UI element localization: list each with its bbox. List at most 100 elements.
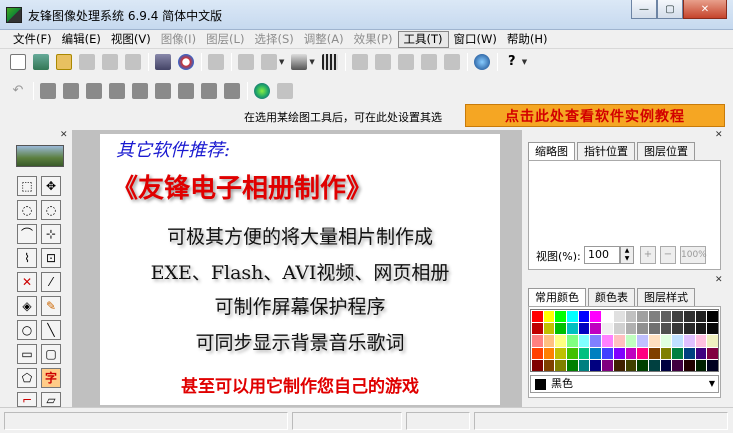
minimize-button[interactable]: — bbox=[631, 0, 657, 19]
color-swatch[interactable] bbox=[531, 322, 543, 335]
move-icon[interactable]: ✥ bbox=[41, 176, 61, 196]
menu-adjust[interactable]: 调整(A) bbox=[299, 31, 349, 48]
color-swatch[interactable] bbox=[612, 310, 625, 323]
color-swatch[interactable] bbox=[542, 310, 555, 323]
color-swatch[interactable] bbox=[589, 334, 602, 347]
color-swatch[interactable] bbox=[636, 310, 648, 323]
color-swatch[interactable] bbox=[624, 346, 637, 359]
pencil-icon[interactable]: ✎ bbox=[41, 296, 61, 316]
color-swatch[interactable] bbox=[636, 322, 648, 335]
close-button[interactable]: ✕ bbox=[683, 0, 727, 19]
layer-tool-icon[interactable] bbox=[155, 83, 171, 99]
color-swatch[interactable] bbox=[659, 346, 672, 359]
chevron-down-icon[interactable]: ▼ bbox=[522, 58, 527, 66]
color-swatch[interactable] bbox=[612, 334, 625, 347]
layer-tool-icon[interactable] bbox=[201, 83, 217, 99]
color-swatch[interactable] bbox=[671, 358, 683, 371]
color-swatch[interactable] bbox=[566, 358, 578, 371]
effect-icon[interactable] bbox=[420, 54, 437, 70]
layer-tool-icon[interactable] bbox=[40, 83, 56, 99]
color-swatch[interactable] bbox=[682, 334, 695, 347]
color-swatch[interactable] bbox=[531, 358, 543, 371]
color-swatch[interactable] bbox=[647, 322, 660, 335]
image-thumbnail[interactable] bbox=[16, 145, 64, 167]
rectangle-icon[interactable]: ▭ bbox=[17, 344, 37, 364]
close-icon[interactable]: ✕ bbox=[715, 275, 723, 285]
maximize-button[interactable]: ▢ bbox=[657, 0, 683, 19]
color-swatch[interactable] bbox=[694, 310, 707, 323]
zoom-input[interactable]: 100 bbox=[584, 246, 620, 264]
zoom-out-button[interactable]: − bbox=[660, 246, 676, 264]
layer-tool-icon[interactable] bbox=[63, 83, 79, 99]
new-file-icon[interactable] bbox=[10, 54, 26, 70]
color-swatch[interactable] bbox=[577, 322, 590, 335]
color-swatch[interactable] bbox=[542, 334, 555, 347]
menu-view[interactable]: 视图(V) bbox=[106, 31, 156, 48]
tab-thumbnail[interactable]: 缩略图 bbox=[528, 142, 575, 160]
color-swatch[interactable] bbox=[706, 358, 718, 371]
color-swatch[interactable] bbox=[531, 310, 543, 323]
globe-icon[interactable] bbox=[254, 83, 270, 99]
zoom-stepper[interactable]: ▲ ▼ bbox=[620, 246, 634, 264]
color-swatch[interactable] bbox=[601, 322, 613, 335]
zoom-reset-button[interactable]: 100% bbox=[680, 246, 707, 264]
redo-layer-icon[interactable] bbox=[374, 54, 391, 70]
color-swatch[interactable] bbox=[706, 310, 718, 323]
color-swatch[interactable] bbox=[682, 322, 695, 335]
polygon-icon[interactable]: ⬠ bbox=[17, 368, 37, 388]
color-swatch[interactable] bbox=[671, 346, 683, 359]
color-swatch[interactable] bbox=[706, 346, 718, 359]
close-icon[interactable]: ✕ bbox=[60, 130, 68, 140]
color-swatch[interactable] bbox=[566, 334, 578, 347]
color-swatch[interactable] bbox=[706, 322, 718, 335]
color-swatch[interactable] bbox=[589, 358, 602, 371]
tweak-icon[interactable] bbox=[443, 54, 460, 70]
close-icon[interactable]: ✕ bbox=[715, 130, 723, 140]
color-swatch[interactable] bbox=[647, 346, 660, 359]
color-swatch[interactable] bbox=[706, 334, 718, 347]
color-swatch[interactable] bbox=[554, 322, 567, 335]
menu-file[interactable]: 文件(F) bbox=[8, 31, 57, 48]
save-all-icon[interactable] bbox=[125, 54, 141, 70]
undo-icon[interactable]: ↶ bbox=[10, 83, 26, 99]
color-swatch[interactable] bbox=[577, 346, 590, 359]
eraser-icon[interactable]: ▱ bbox=[41, 392, 61, 407]
color-swatch[interactable] bbox=[694, 334, 707, 347]
color-swatch[interactable] bbox=[636, 346, 648, 359]
color-swatch[interactable] bbox=[624, 310, 637, 323]
color-swatch[interactable] bbox=[566, 322, 578, 335]
color-swatch[interactable] bbox=[554, 310, 567, 323]
scan-icon[interactable] bbox=[33, 54, 49, 70]
chevron-down-icon[interactable]: ▼ bbox=[279, 58, 284, 66]
transform-icon[interactable]: ⊡ bbox=[41, 248, 61, 268]
play-icon[interactable] bbox=[224, 83, 240, 99]
color-swatch[interactable] bbox=[589, 322, 602, 335]
color-swatch[interactable] bbox=[647, 310, 660, 323]
color-swatch[interactable] bbox=[554, 334, 567, 347]
color-swatch[interactable] bbox=[671, 310, 683, 323]
color-swatch[interactable] bbox=[694, 322, 707, 335]
color-swatch[interactable] bbox=[612, 346, 625, 359]
open-folder-icon[interactable] bbox=[56, 54, 72, 70]
color-swatch[interactable] bbox=[659, 310, 672, 323]
color-swatch[interactable] bbox=[682, 358, 695, 371]
undo-layer-icon[interactable] bbox=[351, 54, 368, 70]
web-icon[interactable] bbox=[473, 54, 490, 70]
color-swatch[interactable] bbox=[531, 346, 543, 359]
layer-tool-icon[interactable] bbox=[178, 83, 194, 99]
line-icon[interactable]: ╲ bbox=[41, 320, 61, 340]
color-swatch[interactable] bbox=[647, 358, 660, 371]
color-select[interactable]: 黑色 ▼ bbox=[530, 375, 719, 393]
ellipse-icon[interactable]: ○ bbox=[17, 320, 37, 340]
ellipse-select-icon[interactable]: ◌ bbox=[17, 200, 37, 220]
twain-icon[interactable] bbox=[155, 54, 171, 70]
print-icon[interactable] bbox=[208, 54, 224, 70]
color-swatch[interactable] bbox=[636, 334, 648, 347]
color-swatch[interactable] bbox=[682, 346, 695, 359]
tab-layer-position[interactable]: 图层位置 bbox=[637, 142, 695, 160]
fill-icon[interactable]: ◈ bbox=[17, 296, 37, 316]
magic-wand-icon[interactable]: ⁄ bbox=[41, 272, 61, 292]
color-swatch[interactable] bbox=[624, 358, 637, 371]
menu-effects[interactable]: 效果(P) bbox=[349, 31, 398, 48]
color-swatch[interactable] bbox=[682, 310, 695, 323]
